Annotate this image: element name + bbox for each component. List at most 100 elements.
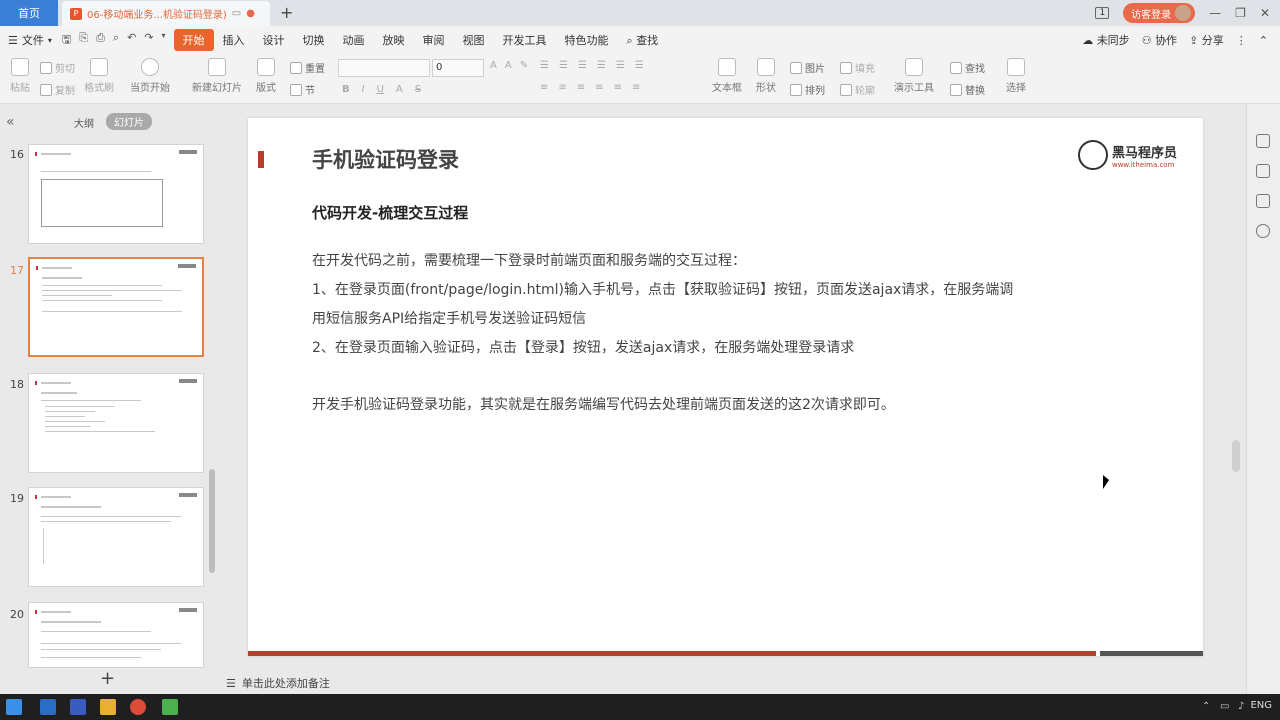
chrome-icon[interactable]	[130, 699, 146, 715]
section-button[interactable]: 节	[290, 82, 315, 97]
add-slide-button[interactable]: +	[100, 668, 115, 689]
text-direction-icon[interactable]: ☰	[635, 60, 644, 71]
collab-button[interactable]: ⚇ 协作	[1142, 32, 1177, 48]
underline-icon[interactable]: U	[377, 84, 384, 95]
notes-placeholder[interactable]: 单击此处添加备注	[242, 675, 330, 691]
body-line[interactable]: 1、在登录页面(front/page/login.html)输入手机号，点击【获…	[312, 279, 1013, 299]
volume-icon[interactable]: ♪	[1238, 701, 1250, 713]
menu-item-animation[interactable]: 动画	[334, 29, 374, 51]
notes-bar[interactable]: ☰ 单击此处添加备注	[222, 672, 1246, 694]
replace-button[interactable]: 替换	[950, 82, 985, 97]
picture-button[interactable]: 图片	[790, 60, 825, 75]
menu-item-insert[interactable]: 插入	[214, 29, 254, 51]
play-from-current-button[interactable]: 当页开始	[130, 58, 170, 94]
print-icon[interactable]: ⎙	[96, 31, 105, 50]
line-spacing-icon[interactable]: ☰	[616, 60, 625, 71]
menu-item-view[interactable]: 视图	[454, 29, 494, 51]
slide-thumbnail-16[interactable]	[28, 144, 204, 244]
menu-item-developer[interactable]: 开发工具	[494, 29, 556, 51]
export-pdf-icon[interactable]: ⎘	[79, 31, 88, 50]
help-icon[interactable]	[1256, 224, 1270, 238]
tab-document[interactable]: P 06-移动端业务...机验证码登录) ▭ ●	[62, 1, 270, 26]
bullets-icon[interactable]: ☰	[540, 60, 549, 71]
numbering-icon[interactable]: ☰	[559, 60, 568, 71]
slide-title[interactable]: 手机验证码登录	[312, 144, 459, 174]
save-icon[interactable]: 🖫	[62, 31, 71, 50]
monitor-icon[interactable]: ▭	[232, 8, 241, 19]
cut-button[interactable]: 剪切	[40, 60, 75, 75]
slide-thumbnail-17[interactable]	[28, 257, 204, 357]
copy-button[interactable]: 复制	[40, 82, 75, 97]
align-right-icon[interactable]: ≡	[577, 82, 585, 93]
file-menu[interactable]: ☰ 文件 ▾	[8, 32, 52, 48]
font-size-input[interactable]: 0	[432, 59, 484, 77]
menu-item-slideshow[interactable]: 放映	[374, 29, 414, 51]
more-icon[interactable]: ⋮	[1236, 34, 1247, 47]
slide-canvas[interactable]: 手机验证码登录 黑马程序员 www.itheima.com 代码开发-梳理交互过…	[248, 118, 1203, 656]
justify-icon[interactable]: ≡	[595, 82, 603, 93]
textbox-button[interactable]: 文本框	[712, 58, 742, 94]
slide-thumbnail-18[interactable]	[28, 373, 204, 473]
arrange-button[interactable]: 排列	[790, 82, 825, 97]
body-line[interactable]: 用短信服务API给指定手机号发送验证码短信	[312, 308, 586, 328]
redo-icon[interactable]: ↷	[144, 31, 153, 50]
tab-close-dot-icon[interactable]: ●	[246, 8, 255, 19]
page-indicator[interactable]: 1	[1095, 7, 1110, 19]
collapse-panel-icon[interactable]: «	[6, 114, 15, 130]
align-left-icon[interactable]: ≡	[540, 82, 548, 93]
print-preview-icon[interactable]: ⌕	[113, 31, 119, 50]
language-indicator[interactable]: ENG	[1250, 700, 1272, 711]
paste-button[interactable]: 粘贴	[10, 58, 30, 94]
tab-home[interactable]: 首页	[0, 0, 58, 26]
bold-icon[interactable]: B	[342, 84, 350, 95]
slide-thumbnail-19[interactable]	[28, 487, 204, 587]
outline-button[interactable]: 轮廓	[840, 82, 875, 97]
fill-button[interactable]: 填充	[840, 60, 875, 75]
network-icon[interactable]: ▭	[1220, 701, 1232, 713]
body-line[interactable]: 2、在登录页面输入验证码，点击【登录】按钮，发送ajax请求，在服务端处理登录请…	[312, 337, 854, 357]
share-button[interactable]: ⇪ 分享	[1189, 32, 1224, 48]
font-color-icon[interactable]: A	[396, 84, 403, 95]
distribute-icon[interactable]: ≡	[614, 82, 622, 93]
indent-icon[interactable]: ☰	[578, 60, 587, 71]
present-tools-button[interactable]: 演示工具	[894, 58, 934, 94]
thumbnail-scrollbar[interactable]	[209, 469, 215, 573]
format-painter-button[interactable]: 格式刷	[84, 58, 114, 94]
body-line[interactable]: 开发手机验证码登录功能，其实就是在服务端编写代码去处理前端页面发送的这2次请求即…	[312, 394, 895, 414]
columns-icon[interactable]: ≡	[632, 82, 640, 93]
find-button[interactable]: 查找	[950, 60, 985, 75]
menu-item-design[interactable]: 设计	[254, 29, 294, 51]
minimize-icon[interactable]: —	[1209, 6, 1221, 20]
tab-slides[interactable]: 幻灯片	[106, 113, 152, 130]
customize-chevron-icon[interactable]: ▾	[162, 31, 166, 50]
slide-thumbnail-20[interactable]	[28, 602, 204, 668]
layout-button[interactable]: 版式	[256, 58, 276, 94]
body-line[interactable]: 在开发代码之前，需要梳理一下登录时前端页面和服务端的交互过程：	[312, 250, 746, 270]
app-icon-green[interactable]	[162, 699, 178, 715]
search-menu[interactable]: ⌕ 查找	[618, 29, 668, 51]
app-icon[interactable]	[40, 699, 56, 715]
login-button[interactable]: 访客登录	[1123, 3, 1196, 23]
grow-font-icon[interactable]: A	[490, 60, 497, 71]
italic-icon[interactable]: I	[362, 84, 365, 95]
clear-format-icon[interactable]: ✎	[520, 60, 528, 71]
new-slide-button[interactable]: 新建幻灯片	[192, 58, 242, 94]
new-tab-button[interactable]: +	[280, 3, 293, 22]
folder-icon[interactable]	[100, 699, 116, 715]
slide-subtitle[interactable]: 代码开发-梳理交互过程	[312, 202, 468, 223]
slide-scrollbar[interactable]	[1232, 440, 1240, 472]
tab-outline[interactable]: 大纲	[74, 115, 94, 130]
outdent-icon[interactable]: ☰	[597, 60, 606, 71]
menu-item-review[interactable]: 审阅	[414, 29, 454, 51]
shape-button[interactable]: 形状	[756, 58, 776, 94]
restore-icon[interactable]: ❐	[1235, 6, 1246, 20]
strikethrough-icon[interactable]: S	[415, 84, 421, 95]
select-button[interactable]: 选择	[1006, 58, 1026, 94]
sync-status[interactable]: ☁ 未同步	[1082, 32, 1130, 48]
undo-icon[interactable]: ↶	[127, 31, 136, 50]
tray-up-icon[interactable]: ⌃	[1202, 701, 1214, 713]
properties-icon[interactable]	[1256, 134, 1270, 148]
menu-item-features[interactable]: 特色功能	[556, 29, 618, 51]
font-family-select[interactable]	[338, 59, 430, 77]
reset-button[interactable]: 重置	[290, 60, 325, 75]
